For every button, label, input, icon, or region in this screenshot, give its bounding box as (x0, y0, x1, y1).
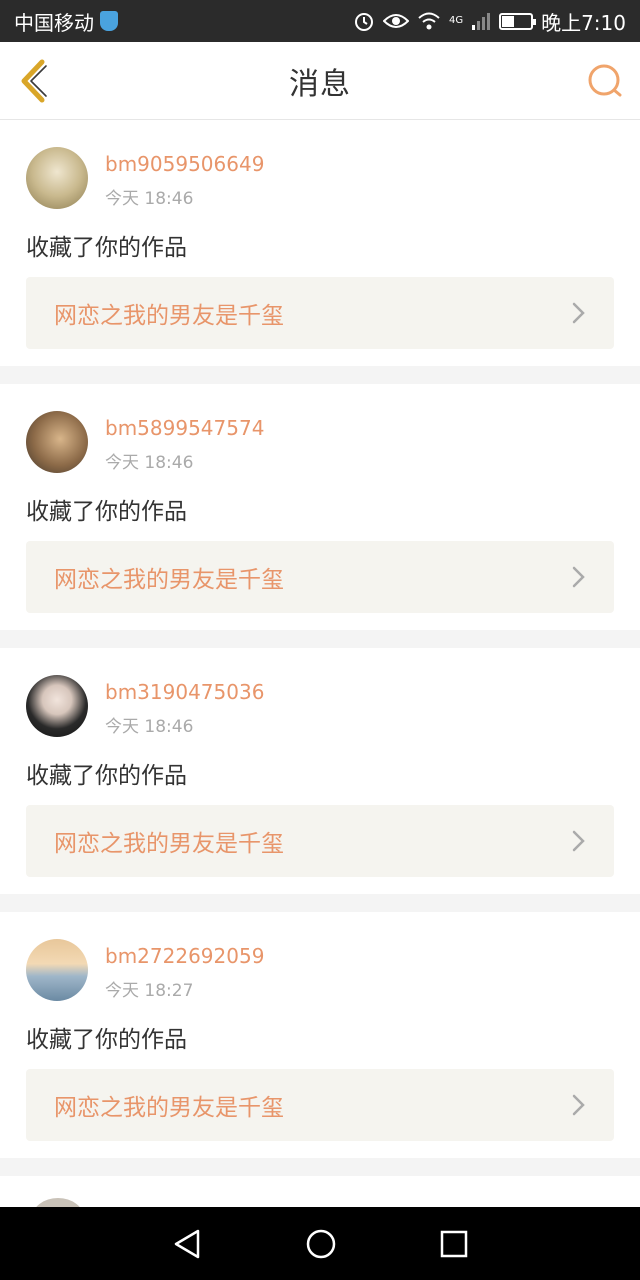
chevron-right-icon (572, 566, 585, 588)
status-left: 中国移动 (14, 7, 118, 36)
message-card: bm2722692059 今天 18:27 收藏了你的作品 网恋之我的男友是千玺 (0, 912, 640, 1158)
wifi-icon (418, 12, 440, 30)
message-card: bm3190475036 今天 18:46 收藏了你的作品 网恋之我的男友是千玺 (0, 648, 640, 894)
message-feed: bm9059506649 今天 18:46 收藏了你的作品 网恋之我的男友是千玺… (0, 120, 640, 1238)
work-link[interactable]: 网恋之我的男友是千玺 (26, 277, 614, 349)
page-title: 消息 (289, 66, 351, 102)
status-right: 4G 晚上7:10 (353, 7, 626, 36)
network-type: 4G (448, 14, 464, 26)
avatar[interactable] (26, 939, 88, 1001)
avatar[interactable] (26, 675, 88, 737)
status-bar: 中国移动 4G 晚上7:10 (0, 0, 640, 42)
work-link[interactable]: 网恋之我的男友是千玺 (26, 541, 614, 613)
timestamp: 今天 18:46 (105, 189, 194, 209)
battery-icon (499, 12, 537, 30)
timestamp: 今天 18:46 (105, 717, 194, 737)
alarm-icon (354, 13, 373, 31)
username[interactable]: bm5899547574 (105, 416, 264, 440)
work-title: 网恋之我的男友是千玺 (54, 1095, 284, 1121)
clock: 晚上7:10 (541, 10, 626, 35)
work-title: 网恋之我的男友是千玺 (54, 831, 284, 857)
search-button[interactable] (586, 62, 624, 100)
eye-icon (382, 14, 409, 28)
username[interactable]: bm3190475036 (105, 680, 264, 704)
circle-home-icon[interactable] (305, 1228, 337, 1260)
message-card: bm5899547574 今天 18:46 收藏了你的作品 网恋之我的男友是千玺 (0, 384, 640, 630)
work-title: 网恋之我的男友是千玺 (54, 567, 284, 593)
chevron-left-icon (21, 59, 45, 103)
action-text: 收藏了你的作品 (26, 1027, 187, 1053)
timestamp: 今天 18:46 (105, 453, 194, 473)
triangle-back-icon[interactable] (172, 1228, 202, 1260)
carrier-name: 中国移动 (14, 10, 94, 35)
timestamp: 今天 18:27 (105, 981, 194, 1001)
username[interactable]: bm9059506649 (105, 152, 264, 176)
chevron-right-icon (572, 830, 585, 852)
shield-icon (100, 11, 118, 31)
avatar[interactable] (26, 411, 88, 473)
work-link[interactable]: 网恋之我的男友是千玺 (26, 1069, 614, 1141)
action-text: 收藏了你的作品 (26, 763, 187, 789)
action-text: 收藏了你的作品 (26, 499, 187, 525)
work-title: 网恋之我的男友是千玺 (54, 303, 284, 329)
square-recents-icon[interactable] (440, 1230, 468, 1258)
app-header: 消息 (0, 42, 640, 120)
system-nav-bar (0, 1207, 640, 1280)
message-card: bm9059506649 今天 18:46 收藏了你的作品 网恋之我的男友是千玺 (0, 120, 640, 366)
work-link[interactable]: 网恋之我的男友是千玺 (26, 805, 614, 877)
chevron-right-icon (572, 302, 585, 324)
signal-icon (472, 13, 491, 30)
back-button[interactable] (16, 58, 52, 104)
avatar[interactable] (26, 147, 88, 209)
action-text: 收藏了你的作品 (26, 235, 187, 261)
username[interactable]: bm2722692059 (105, 944, 264, 968)
chevron-right-icon (572, 1094, 585, 1116)
